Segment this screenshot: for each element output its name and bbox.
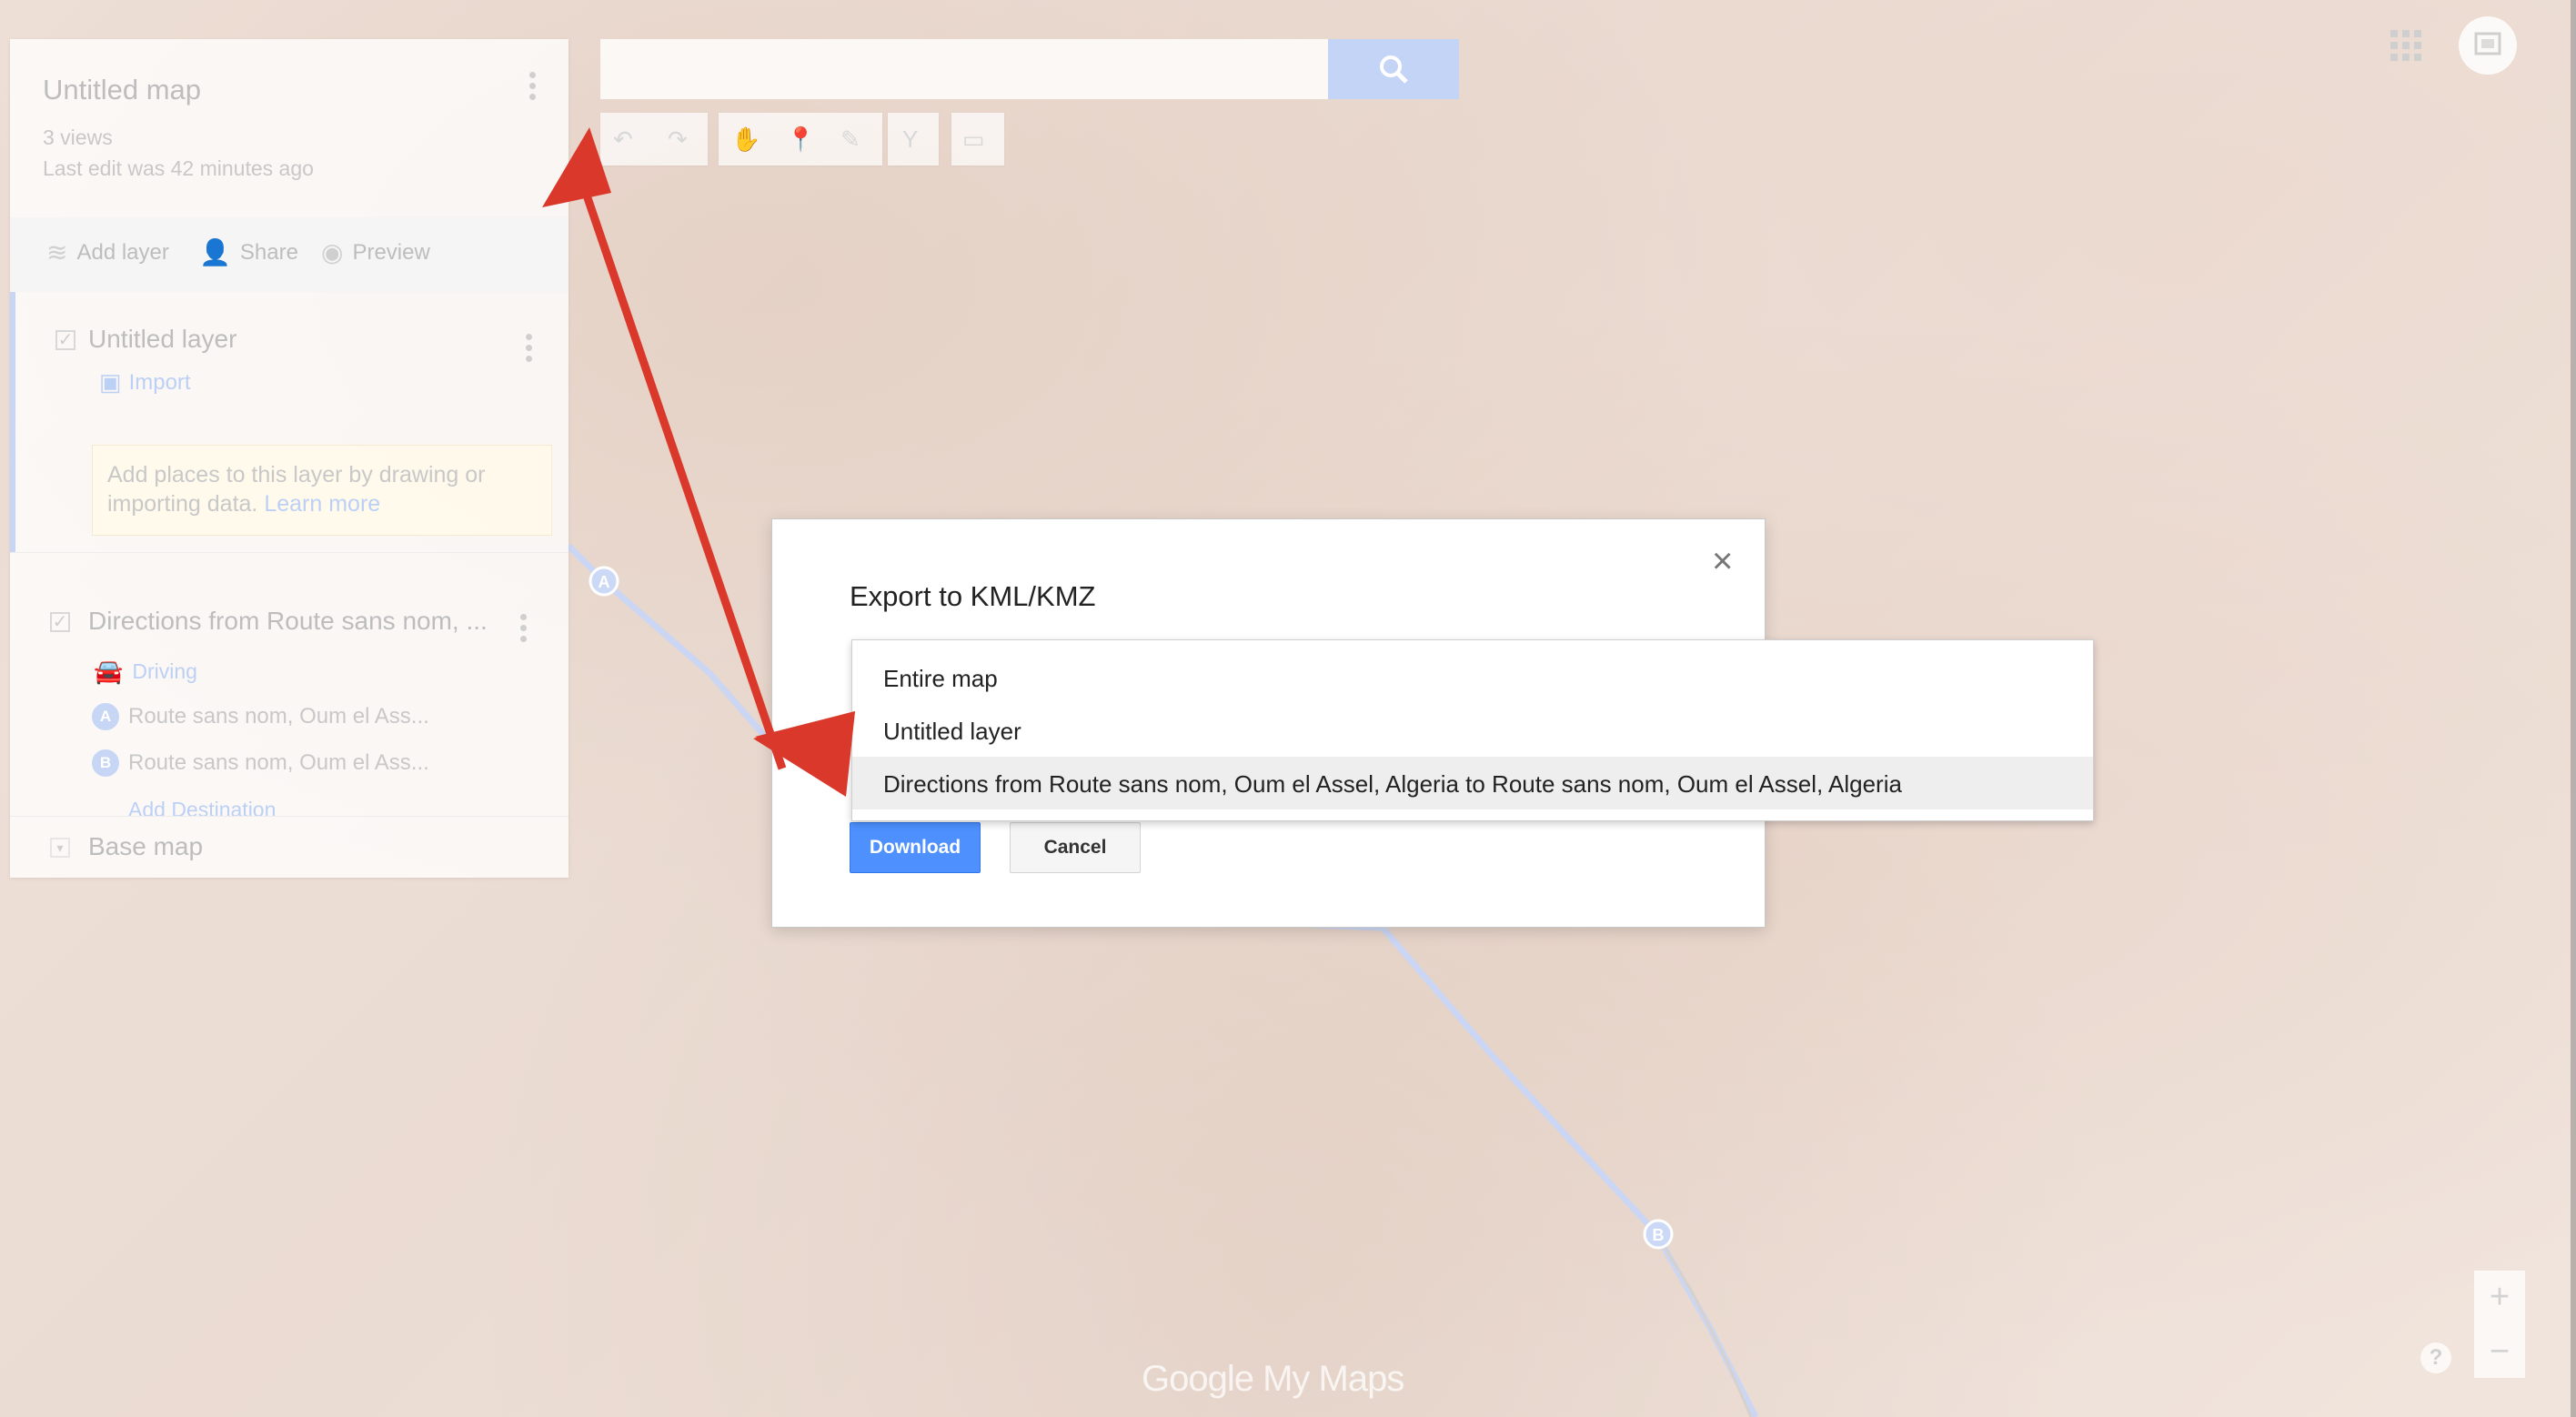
layer1-name[interactable]: Untitled layer: [88, 325, 236, 354]
route-stop-b[interactable]: B Route sans nom, Oum el Ass...: [92, 749, 429, 777]
undo-redo-group: ↶ ↷: [600, 113, 708, 166]
add-person-icon: 👤: [199, 238, 231, 266]
layer1-checkbox[interactable]: ✓: [55, 330, 75, 350]
layer2-options-icon[interactable]: [520, 614, 529, 647]
panel-actions: ≋ Add layer 👤 Share ◉ Preview: [10, 217, 569, 292]
avatar[interactable]: [2459, 16, 2517, 75]
car-icon: 🚘: [94, 658, 124, 685]
base-map-section[interactable]: ▾ Base map: [10, 819, 569, 878]
close-icon[interactable]: ×: [1712, 543, 1733, 579]
measure-button[interactable]: ▭: [951, 113, 1004, 166]
add-layer-button[interactable]: ≋ Add layer: [46, 237, 169, 267]
dropdown-option-untitled-layer[interactable]: Untitled layer: [852, 704, 2093, 757]
map-header: Untitled map 3 views Last edit was 42 mi…: [10, 39, 569, 217]
map-sidebar: Untitled map 3 views Last edit was 42 mi…: [10, 39, 569, 878]
preview-label: Preview: [352, 239, 430, 265]
layer2-name[interactable]: Directions from Route sans nom, ...: [88, 607, 488, 636]
preview-button[interactable]: ◉ Preview: [321, 237, 430, 267]
driving-label: Driving: [132, 659, 197, 683]
ruler-icon: ▭: [962, 126, 985, 153]
option-label: Untitled layer: [883, 718, 1021, 745]
dialog-title: Export to KML/KMZ: [850, 580, 1096, 612]
cancel-button[interactable]: Cancel: [1010, 822, 1141, 873]
option-label: Directions from Route sans nom, Oum el A…: [883, 770, 1902, 798]
google-my-maps-logo: Google My Maps: [1142, 1359, 1404, 1399]
hand-icon[interactable]: ✋: [731, 126, 760, 154]
directions-button[interactable]: Y: [888, 113, 939, 166]
import-icon: ▣: [99, 368, 122, 396]
import-label: Import: [128, 369, 191, 395]
marker-b-icon: B: [92, 749, 119, 777]
layer1-hint: Add places to this layer by drawing or i…: [92, 445, 552, 536]
layer-directions: ✓ Directions from Route sans nom, ... 🚘 …: [10, 552, 569, 852]
basemap-chevron-icon[interactable]: ▾: [50, 838, 70, 858]
share-button[interactable]: 👤 Share: [199, 237, 298, 267]
window-edge: [2571, 0, 2576, 1417]
dropdown-option-entire-map[interactable]: Entire map: [852, 651, 2093, 704]
marker-icon[interactable]: 📍: [786, 126, 815, 154]
driving-mode[interactable]: 🚘 Driving: [94, 658, 197, 686]
stop-b-label: Route sans nom, Oum el Ass...: [128, 750, 429, 775]
zoom-out-button[interactable]: −: [2474, 1325, 2525, 1378]
export-scope-dropdown: Entire map Untitled layer Directions fro…: [851, 639, 2094, 821]
option-label: Entire map: [883, 665, 998, 692]
add-layer-label: Add layer: [76, 239, 169, 265]
stop-a-label: Route sans nom, Oum el Ass...: [128, 704, 429, 729]
account-icon: [2474, 32, 2501, 55]
zoom-controls: + −: [2474, 1271, 2525, 1378]
directions-icon: Y: [902, 126, 919, 153]
layer1-options-icon[interactable]: [526, 334, 535, 367]
download-button[interactable]: Download: [850, 822, 981, 873]
route-stop-a[interactable]: A Route sans nom, Oum el Ass...: [92, 703, 429, 730]
draw-tools-group: ✋ 📍 ✎: [719, 113, 882, 166]
map-options-icon[interactable]: [529, 72, 538, 105]
map-title[interactable]: Untitled map: [43, 74, 201, 106]
draw-line-icon[interactable]: ✎: [840, 126, 860, 154]
layers-icon: ≋: [46, 238, 68, 266]
layer2-checkbox[interactable]: ✓: [50, 612, 70, 632]
redo-icon[interactable]: ↷: [668, 126, 688, 154]
dropdown-option-directions[interactable]: Directions from Route sans nom, Oum el A…: [852, 757, 2093, 809]
apps-grid-icon[interactable]: [2390, 30, 2423, 63]
import-link[interactable]: ▣ Import: [99, 368, 191, 397]
layer-untitled: ✓ Untitled layer ▣ Import Add places to …: [10, 292, 569, 552]
learn-more-link[interactable]: Learn more: [264, 491, 380, 517]
zoom-in-button[interactable]: +: [2474, 1271, 2525, 1323]
search-button[interactable]: [1328, 39, 1459, 99]
share-label: Share: [239, 239, 298, 265]
search-icon: [1380, 55, 1408, 84]
undo-icon[interactable]: ↶: [613, 126, 633, 154]
marker-a-icon: A: [92, 703, 119, 730]
add-destination-link[interactable]: Add Destination: [128, 798, 276, 822]
basemap-divider: [10, 816, 569, 817]
map-last-edit: Last edit was 42 minutes ago: [43, 156, 314, 180]
search-input[interactable]: [600, 39, 1328, 99]
help-button[interactable]: ?: [2420, 1342, 2451, 1373]
base-map-label: Base map: [88, 832, 204, 860]
map-views: 3 views: [43, 126, 113, 149]
eye-icon: ◉: [321, 238, 344, 266]
